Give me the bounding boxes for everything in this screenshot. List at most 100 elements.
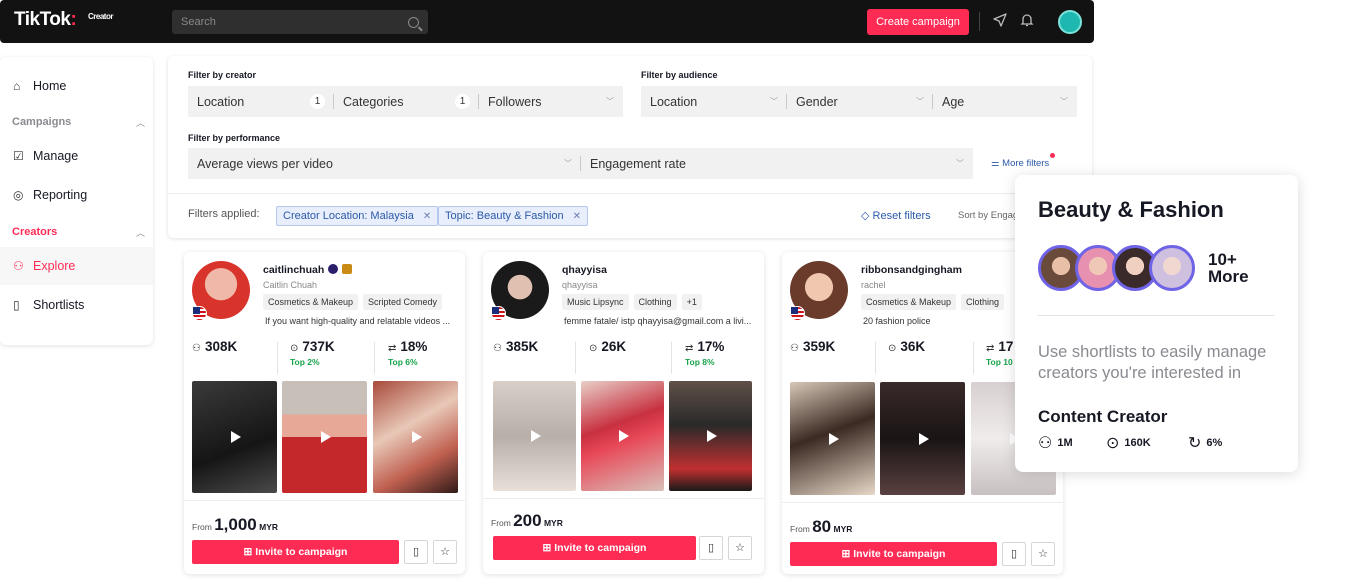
category-tag: Cosmetics & Makeup: [263, 294, 359, 310]
divider: [671, 342, 672, 374]
more-creators-count: 10+ More: [1208, 250, 1249, 286]
video-thumbnail[interactable]: [790, 382, 875, 495]
sidebar-section-creators[interactable]: Creators: [12, 226, 57, 238]
promo-subtitle: Content Creator: [1038, 407, 1168, 426]
video-thumbnail[interactable]: [192, 381, 277, 493]
creator-bio: femme fatale/ istp qhayyisa@gmail.com a …: [564, 316, 752, 326]
more-filters-button[interactable]: ⚌ More filters: [991, 153, 1056, 169]
create-campaign-button[interactable]: Create campaign: [867, 9, 969, 35]
filter-chip-location[interactable]: Creator Location: Malaysia ✕: [276, 206, 439, 226]
video-thumbnail[interactable]: [880, 382, 965, 495]
engagement-rate-dropdown[interactable]: Engagement rate ﹀: [581, 148, 973, 179]
divider: [575, 342, 576, 374]
creator-stats: ⚇ 385K ⊙ 26K ⇄ 17% Top 8%: [483, 339, 764, 379]
creator-name: Caitlin Chuah: [263, 280, 318, 290]
creator-price: From 1,000 MYR: [192, 515, 279, 534]
creator-handle[interactable]: ribbonsandgingham: [861, 264, 962, 276]
views-stat: ⊙ 36K: [888, 339, 926, 354]
creator-card[interactable]: caitlinchuah Caitlin Chuah Cosmetics & M…: [184, 252, 465, 574]
bookmark-icon: ▯: [1010, 548, 1018, 560]
reset-filters-button[interactable]: ◇ Reset filters: [861, 209, 931, 222]
sidebar-item-shortlists[interactable]: ▯ Shortlists: [0, 286, 153, 324]
more-tags-badge[interactable]: +1: [681, 294, 702, 310]
applied-filters-row: Filters applied: Creator Location: Malay…: [168, 193, 1092, 238]
views-stat: ⊙ 160K: [1106, 435, 1151, 452]
sidebar-section-campaigns[interactable]: Campaigns: [12, 116, 71, 128]
play-icon: [828, 432, 839, 445]
divider: [875, 342, 876, 374]
play-circle-icon: ⊙: [888, 343, 897, 354]
bell-icon[interactable]: [1019, 12, 1035, 33]
sidebar-item-manage[interactable]: ☑ Manage: [0, 137, 153, 175]
audience-age-dropdown[interactable]: Age ﹀: [933, 86, 1077, 117]
tiktok-logo[interactable]: TikTok: Creator: [14, 9, 113, 31]
divider: [184, 500, 465, 501]
filter-by-creator-label: Filter by creator: [188, 70, 257, 80]
logo-subtitle: Creator: [88, 12, 113, 21]
avg-views-dropdown[interactable]: Average views per video ﹀: [188, 148, 581, 179]
play-icon: [918, 432, 929, 445]
followers-stat: ⚇ 1M: [1038, 435, 1073, 452]
star-icon: ☆: [1038, 548, 1048, 560]
creator-filter-group: Location 1 Categories 1 Followers ﹀: [188, 86, 623, 117]
creator-followers-dropdown[interactable]: Followers ﹀: [479, 86, 623, 117]
play-icon: [618, 430, 629, 442]
invite-to-campaign-button[interactable]: ⊞ Invite to campaign: [192, 540, 399, 564]
chevron-up-icon[interactable]: ︿: [136, 116, 145, 129]
sidebar-item-label: Shortlists: [33, 298, 85, 312]
play-icon: [706, 430, 717, 442]
engagement-stat: ⇄ 18% Top 6%: [388, 339, 428, 367]
sidebar-item-home[interactable]: ⌂ Home: [0, 67, 153, 105]
sidebar-item-explore[interactable]: ⚇ Explore: [0, 247, 153, 285]
video-thumbnail[interactable]: [373, 381, 458, 493]
play-circle-icon: ⊙: [589, 343, 598, 354]
creator-card[interactable]: qhayyisa qhayyisa Music Lipsync Clothing…: [483, 252, 764, 574]
favorite-button[interactable]: ☆: [433, 540, 457, 564]
search-input[interactable]: [181, 16, 408, 28]
creator-tags: Cosmetics & Makeup Clothing: [861, 294, 1005, 310]
malaysia-flag-icon: [491, 306, 506, 321]
filter-chip-topic[interactable]: Topic: Beauty & Fashion ✕: [438, 206, 589, 226]
views-stat: ⊙ 737K Top 2%: [290, 339, 335, 367]
sidebar-item-label: Reporting: [33, 188, 88, 202]
search-bar[interactable]: [172, 10, 428, 34]
send-icon[interactable]: [992, 12, 1008, 33]
favorite-button[interactable]: ☆: [728, 536, 752, 560]
favorite-button[interactable]: ☆: [1031, 542, 1055, 566]
chevron-down-icon: ﹀: [770, 97, 778, 106]
sort-by-dropdown[interactable]: Sort by Engag: [958, 210, 1018, 221]
creator-location-dropdown[interactable]: Location 1: [188, 86, 334, 117]
video-thumbnail[interactable]: [282, 381, 367, 493]
category-tag: Clothing: [633, 294, 677, 310]
audience-gender-dropdown[interactable]: Gender ﹀: [787, 86, 933, 117]
sidebar-item-label: Explore: [33, 259, 76, 273]
chevron-up-icon[interactable]: ︿: [136, 226, 145, 239]
close-icon[interactable]: ✕: [573, 211, 581, 222]
close-icon[interactable]: ✕: [423, 211, 431, 222]
audience-location-dropdown[interactable]: Location ﹀: [641, 86, 787, 117]
creator-tags: Music Lipsync Clothing +1: [562, 294, 702, 310]
user-avatar[interactable]: [1058, 10, 1082, 34]
creator-tags: Cosmetics & Makeup Scripted Comedy: [263, 294, 443, 310]
creator-categories-dropdown[interactable]: Categories 1: [334, 86, 479, 117]
sidebar-item-reporting[interactable]: ◎ Reporting: [0, 176, 153, 214]
audience-filter-group: Location ﹀ Gender ﹀ Age ﹀: [641, 86, 1077, 117]
video-thumbnail[interactable]: [581, 381, 664, 491]
creator-handle[interactable]: qhayyisa: [562, 264, 607, 276]
video-thumbnail[interactable]: [669, 381, 752, 491]
creator-handle[interactable]: caitlinchuah: [263, 264, 353, 276]
filters-panel: Filter by creator Location 1 Categories 1 …: [168, 56, 1092, 238]
chevron-down-icon: ﹀: [1060, 97, 1068, 106]
bookmark-button[interactable]: ▯: [1002, 542, 1026, 566]
followers-stat: ⚇ 308K: [192, 339, 238, 354]
bookmark-button[interactable]: ▯: [404, 540, 428, 564]
filter-by-performance-label: Filter by performance: [188, 133, 281, 143]
video-thumbnail[interactable]: [493, 381, 576, 491]
divider: [1038, 315, 1274, 316]
filter-by-audience-label: Filter by audience: [641, 70, 718, 80]
star-icon: ☆: [735, 542, 745, 554]
invite-to-campaign-button[interactable]: ⊞ Invite to campaign: [790, 542, 997, 566]
divider: [374, 342, 375, 374]
bookmark-button[interactable]: ▯: [699, 536, 723, 560]
invite-to-campaign-button[interactable]: ⊞ Invite to campaign: [493, 536, 696, 560]
